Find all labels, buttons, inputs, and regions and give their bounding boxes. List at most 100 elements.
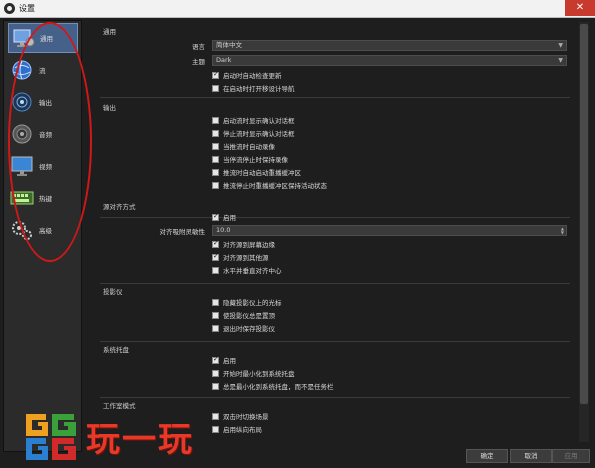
monitor-icon xyxy=(8,153,36,179)
gears-icon xyxy=(8,217,36,243)
window-title: 设置 xyxy=(19,4,35,13)
checkbox-label: 在启动时打开移设计导航 xyxy=(223,85,295,93)
projector-checkbox[interactable]: 使投影仪总是置顶 xyxy=(212,310,275,320)
theme-select[interactable]: Dark ▼ xyxy=(212,55,567,66)
snapping-checkbox[interactable]: 水平并垂直对齐中心 xyxy=(212,265,282,275)
spin-down-icon[interactable]: ▼ xyxy=(561,231,564,235)
snapping-enable-checkbox[interactable]: 启用 xyxy=(212,212,236,222)
sidebar-item-audio[interactable]: 音频 xyxy=(8,119,78,149)
sidebar-item-label: 流 xyxy=(39,67,46,75)
snapping-checkbox[interactable]: 对齐源到屏幕边缘 xyxy=(212,239,275,249)
checkbox-box[interactable] xyxy=(212,324,219,332)
output-checkbox[interactable]: 推流停止时重播缓冲区保持活动状态 xyxy=(212,180,327,190)
open-wizard-checkbox[interactable]: 在启动时打开移设计导航 xyxy=(212,83,295,93)
broadcast-icon xyxy=(8,89,36,115)
tray-checkbox[interactable]: 启用 xyxy=(212,355,236,365)
checkbox-label: 启动流时显示确认对话框 xyxy=(223,117,295,125)
checkbox-box[interactable] xyxy=(212,168,219,176)
settings-sidebar: 通用 流 输出 音频 视频 热键 高级 xyxy=(3,20,82,452)
checkbox-label: 使投影仪总是置顶 xyxy=(223,312,275,320)
checkbox-box[interactable] xyxy=(212,181,219,189)
checkbox-box[interactable] xyxy=(212,155,219,163)
sidebar-item-label: 通用 xyxy=(40,35,53,43)
tray-checkbox[interactable]: 开始时最小化到系统托盘 xyxy=(212,368,295,378)
computer-gear-icon xyxy=(9,25,37,51)
output-checkbox[interactable]: 当推流时自动录像 xyxy=(212,141,275,151)
checkbox-box[interactable] xyxy=(212,298,219,306)
checkbox-box[interactable] xyxy=(212,311,219,319)
checkbox-box[interactable] xyxy=(212,142,219,150)
section-title: 源对齐方式 xyxy=(103,203,136,211)
checkbox-box[interactable] xyxy=(212,70,219,79)
projectors-section: 投影仪 隐藏投影仪上的光标 使投影仪总是置顶 退出时保存投影仪 xyxy=(100,284,570,342)
studio-checkbox[interactable]: 双击时切换场景 xyxy=(212,411,269,421)
general-section: 通用 语言 简体中文 ▼ 主题 Dark ▼ 启动时自动检查更新 在启动时打开移… xyxy=(100,22,570,98)
snapping-checkbox[interactable]: 对齐源到其他源 xyxy=(212,252,269,262)
sidebar-item-label: 输出 xyxy=(39,99,52,107)
checkbox-label: 对齐源到屏幕边缘 xyxy=(223,241,275,249)
section-title: 输出 xyxy=(103,104,116,112)
section-title: 工作室模式 xyxy=(103,402,136,410)
checkbox-box[interactable] xyxy=(212,252,219,261)
output-checkbox[interactable]: 停止流时显示确认对话框 xyxy=(212,128,295,138)
settings-content: 通用 语言 简体中文 ▼ 主题 Dark ▼ 启动时自动检查更新 在启动时打开移… xyxy=(100,22,580,444)
cancel-button[interactable]: 取消 xyxy=(510,449,552,463)
checkbox-box[interactable] xyxy=(212,84,219,92)
checkbox-box[interactable] xyxy=(212,425,219,433)
scrollbar-thumb[interactable] xyxy=(580,24,588,404)
sidebar-item-label: 高级 xyxy=(39,227,52,235)
ok-button[interactable]: 确定 xyxy=(466,449,508,463)
projector-checkbox[interactable]: 退出时保存投影仪 xyxy=(212,323,275,333)
tray-section: 系统托盘 启用 开始时最小化到系统托盘 总是最小化到系统托盘，而不是任务栏 xyxy=(100,342,570,398)
checkbox-box[interactable] xyxy=(212,116,219,124)
gg-logo-icon xyxy=(22,410,80,462)
checkbox-label: 总是最小化到系统托盘，而不是任务栏 xyxy=(223,383,334,391)
obs-app-icon xyxy=(4,3,15,14)
sidebar-item-label: 热键 xyxy=(39,195,52,203)
checkbox-label: 开始时最小化到系统托盘 xyxy=(223,370,295,378)
check-updates-checkbox[interactable]: 启动时自动检查更新 xyxy=(212,70,282,80)
sidebar-item-hotkeys[interactable]: 热键 xyxy=(8,183,78,213)
language-select[interactable]: 简体中文 ▼ xyxy=(212,40,567,51)
theme-label: 主题 xyxy=(192,58,205,66)
checkbox-box[interactable] xyxy=(212,382,219,390)
checkbox-box[interactable] xyxy=(212,369,219,377)
apply-button[interactable]: 应用 xyxy=(552,449,590,463)
chevron-down-icon: ▼ xyxy=(558,57,563,64)
checkbox-box[interactable] xyxy=(212,212,219,221)
checkbox-box[interactable] xyxy=(212,239,219,248)
theme-value: Dark xyxy=(216,56,232,64)
watermark-text: 玩一玩 xyxy=(86,419,194,460)
sidebar-item-stream[interactable]: 流 xyxy=(8,55,78,85)
close-button[interactable]: ✕ xyxy=(565,0,595,16)
checkbox-box[interactable] xyxy=(212,355,219,364)
snapping-section: 源对齐方式 启用 对齐吸附灵敏性 10.0 ▲ ▼ 对齐源到屏幕边缘 对齐源到其… xyxy=(100,198,570,284)
content-scrollbar[interactable] xyxy=(579,22,589,442)
checkbox-label: 启用 xyxy=(223,357,236,365)
sensitivity-spinbox[interactable]: 10.0 ▲ ▼ xyxy=(212,225,567,236)
keyboard-icon xyxy=(8,185,36,211)
sidebar-item-advanced[interactable]: 高级 xyxy=(8,215,78,245)
section-title: 投影仪 xyxy=(103,288,123,296)
output-checkbox[interactable]: 当停流停止时保持录像 xyxy=(212,154,288,164)
checkbox-box[interactable] xyxy=(212,412,219,420)
checkbox-box[interactable] xyxy=(212,129,219,137)
checkbox-label: 推流停止时重播缓冲区保持活动状态 xyxy=(223,182,327,190)
sidebar-item-output[interactable]: 输出 xyxy=(8,87,78,117)
tray-checkbox[interactable]: 总是最小化到系统托盘，而不是任务栏 xyxy=(212,381,334,391)
sidebar-item-general[interactable]: 通用 xyxy=(8,23,78,53)
sensitivity-value: 10.0 xyxy=(216,226,231,234)
section-title: 通用 xyxy=(103,28,116,36)
checkbox-label: 水平并垂直对齐中心 xyxy=(223,267,282,275)
globe-icon xyxy=(8,57,36,83)
sensitivity-label: 对齐吸附灵敏性 xyxy=(159,228,206,236)
checkbox-label: 启用 xyxy=(223,214,236,222)
sidebar-item-label: 视频 xyxy=(39,163,52,171)
studio-checkbox[interactable]: 启用纵向布局 xyxy=(212,424,262,434)
output-checkbox[interactable]: 启动流时显示确认对话框 xyxy=(212,115,295,125)
checkbox-label: 启用纵向布局 xyxy=(223,426,262,434)
projector-checkbox[interactable]: 隐藏投影仪上的光标 xyxy=(212,297,282,307)
sidebar-item-video[interactable]: 视频 xyxy=(8,151,78,181)
output-checkbox[interactable]: 推流时自动启动重播缓冲区 xyxy=(212,167,301,177)
checkbox-box[interactable] xyxy=(212,266,219,274)
